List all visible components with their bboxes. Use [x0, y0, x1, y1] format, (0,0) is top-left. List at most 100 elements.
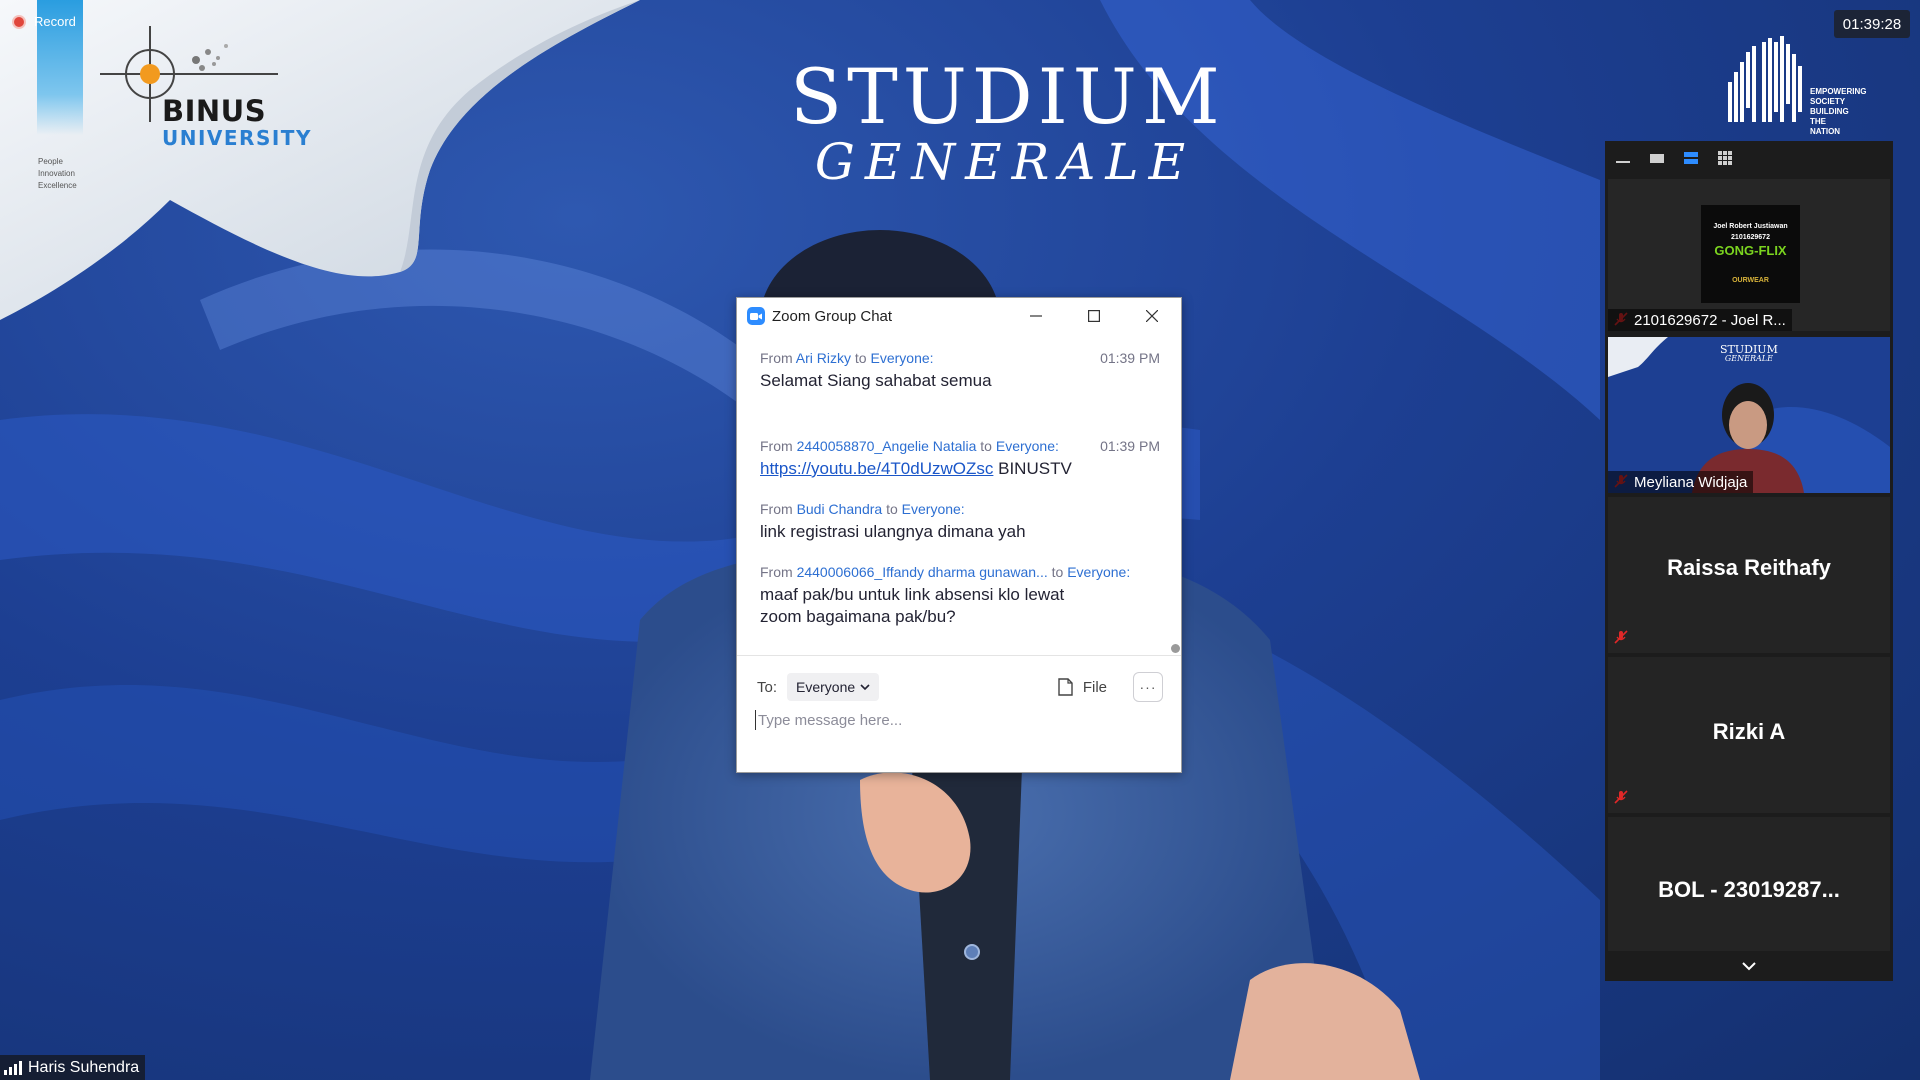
message-text-line-1: maaf pak/bu untuk link absensi klo lewat — [760, 585, 1065, 604]
speaker-view-icon[interactable] — [1649, 150, 1665, 166]
participant-name: 2101629672 - Joel R... — [1608, 309, 1792, 331]
message-text: link registrasi ulangnya dimana yah — [760, 522, 1026, 541]
binus-logo: BINUS UNIVERSITY — [100, 22, 320, 162]
speaker-name: Haris Suhendra — [28, 1058, 140, 1076]
message-recipient[interactable]: Everyone: — [996, 438, 1059, 454]
thumb-event-title: STUDIUM GENERALE — [1720, 343, 1778, 363]
participant-tile[interactable]: Raissa Reithafy — [1608, 497, 1890, 653]
participant-video-panel: Joel Robert Justiawan 2101629672 GONG-FL… — [1605, 141, 1893, 981]
recipient-value: Everyone — [796, 679, 856, 695]
participant-name-large: BOL - 23019287... — [1658, 877, 1840, 902]
recording-label: Record — [34, 14, 76, 29]
recording-indicator[interactable]: Record — [12, 14, 76, 29]
file-icon — [1058, 678, 1073, 696]
minimize-icon[interactable] — [1615, 150, 1631, 166]
event-title-line2: GENERALE — [814, 133, 1196, 191]
more-options-button[interactable]: ··· — [1133, 672, 1163, 702]
anniversary-line-2: SOCIETY — [1810, 97, 1846, 106]
message-sender[interactable]: 2440006066_Iffandy dharma gunawan... — [797, 564, 1048, 580]
thumb-line: 2101629672 — [1731, 234, 1770, 241]
message-header: From Ari Rizky to Everyone: 01:39 PM — [760, 350, 1160, 366]
message-text-line-2: zoom bagaimana pak/bu? — [760, 607, 956, 626]
scrollbar-thumb[interactable] — [1171, 644, 1180, 653]
message-header: From Budi Chandra to Everyone: — [760, 501, 1160, 517]
message-time: 01:39 PM — [1100, 350, 1160, 366]
chevron-down-icon — [1742, 962, 1756, 971]
to-word: to — [980, 438, 992, 454]
message-time: 01:39 PM — [1100, 438, 1160, 454]
message-header: From 2440058870_Angelie Natalia to Every… — [760, 438, 1160, 454]
message-sender[interactable]: 2440058870_Angelie Natalia — [797, 438, 977, 454]
message-text: Selamat Siang sahabat semua — [760, 371, 992, 390]
close-icon — [1146, 310, 1158, 322]
to-label: To: — [757, 678, 778, 696]
message-sender[interactable]: Budi Chandra — [797, 501, 883, 517]
zoom-logo-icon — [747, 307, 765, 325]
meeting-clock: 01:39:28 — [1834, 10, 1910, 38]
chat-divider — [737, 655, 1181, 656]
participant-name-large: Raissa Reithafy — [1667, 555, 1831, 580]
maximize-button[interactable] — [1065, 298, 1123, 334]
binus-tagline: People Innovation Excellence — [38, 156, 77, 192]
message-sender[interactable]: Ari Rizky — [796, 350, 851, 366]
event-title-line1: STUDIUM — [790, 52, 1225, 141]
from-prefix: From — [760, 438, 793, 454]
grid-view-icon[interactable] — [1717, 150, 1733, 166]
to-word: to — [1051, 564, 1064, 580]
record-dot-icon — [12, 14, 26, 29]
chat-message-list[interactable]: From Ari Rizky to Everyone: 01:39 PM Sel… — [737, 338, 1167, 950]
participant-name-large: Rizki A — [1712, 719, 1786, 744]
panel-view-controls — [1605, 141, 1893, 175]
muted-mic-icon — [1614, 790, 1628, 804]
participant-tile[interactable]: Rizki A — [1608, 657, 1890, 813]
message-link[interactable]: https://youtu.be/4T0dUzwOZsc — [760, 459, 993, 478]
participant-name: Meyliana Widjaja — [1608, 471, 1754, 493]
message-recipient[interactable]: Everyone: — [1067, 564, 1130, 580]
from-prefix: From — [760, 564, 793, 580]
binus-name: BINUS — [162, 94, 267, 128]
scroll-down-button[interactable] — [1605, 951, 1893, 981]
file-button[interactable]: File — [1058, 678, 1107, 696]
message-recipient[interactable]: Everyone: — [902, 501, 965, 517]
participant-tile[interactable]: STUDIUM GENERALE Meyliana Widjaja — [1608, 337, 1890, 493]
close-button[interactable] — [1123, 298, 1181, 334]
thumb-line: STUDIUM — [1720, 343, 1778, 356]
anniversary-text: EMPOWERING SOCIETY BUILDING THE NATION — [1810, 87, 1866, 137]
recipient-dropdown[interactable]: Everyone — [787, 673, 880, 701]
file-label: File — [1082, 678, 1107, 696]
chevron-down-icon — [860, 683, 870, 690]
participant-tile[interactable]: Joel Robert Justiawan 2101629672 GONG-FL… — [1608, 179, 1890, 331]
participant-thumbnail: Joel Robert Justiawan 2101629672 GONG-FL… — [1701, 205, 1800, 303]
chat-compose-toolbar: To: Everyone File ··· — [757, 672, 1163, 702]
message-recipient[interactable]: Everyone: — [871, 350, 934, 366]
message-header: From 2440006066_Iffandy dharma gunawan..… — [760, 564, 1160, 580]
chat-message-input[interactable] — [755, 710, 1165, 730]
maximize-icon — [1088, 310, 1100, 322]
chat-scrollbar[interactable] — [1170, 344, 1180, 662]
chat-message: From Budi Chandra to Everyone: link regi… — [760, 501, 1160, 543]
forty-years-emblem-icon — [1728, 36, 1802, 122]
signal-strength-icon — [4, 1060, 22, 1075]
chat-titlebar[interactable]: Zoom Group Chat — [737, 298, 1181, 334]
thumb-line: GENERALE — [1724, 354, 1773, 363]
tagline-excellence: Excellence — [38, 181, 77, 190]
participant-tile[interactable]: BOL - 23019287... — [1608, 817, 1890, 951]
anniversary-line-1: EMPOWERING — [1810, 87, 1867, 96]
anniversary-line-3: BUILDING — [1810, 107, 1849, 116]
from-prefix: From — [760, 350, 793, 366]
message-link-suffix: BINUSTV — [998, 459, 1072, 478]
from-prefix: From — [760, 501, 793, 517]
thumb-line: OURWEAR — [1732, 277, 1769, 284]
zoom-group-chat-window[interactable]: Zoom Group Chat From Ari Rizky to Everyo… — [736, 297, 1182, 773]
window-controls — [1007, 298, 1181, 334]
tagline-innovation: Innovation — [38, 169, 75, 178]
thumb-line: GONG-FLIX — [1714, 243, 1787, 258]
to-word: to — [854, 350, 867, 366]
minimize-button[interactable] — [1007, 298, 1065, 334]
chat-message: From 2440006066_Iffandy dharma gunawan..… — [760, 564, 1160, 628]
binus-sub: UNIVERSITY — [162, 126, 312, 150]
strip-view-icon[interactable] — [1683, 150, 1699, 166]
message-text: https://youtu.be/4T0dUzwOZsc BINUSTV — [760, 458, 1160, 480]
anniversary-logo: EMPOWERING SOCIETY BUILDING THE NATION — [1722, 32, 1866, 142]
thumb-line: Joel Robert Justiawan — [1713, 223, 1788, 230]
